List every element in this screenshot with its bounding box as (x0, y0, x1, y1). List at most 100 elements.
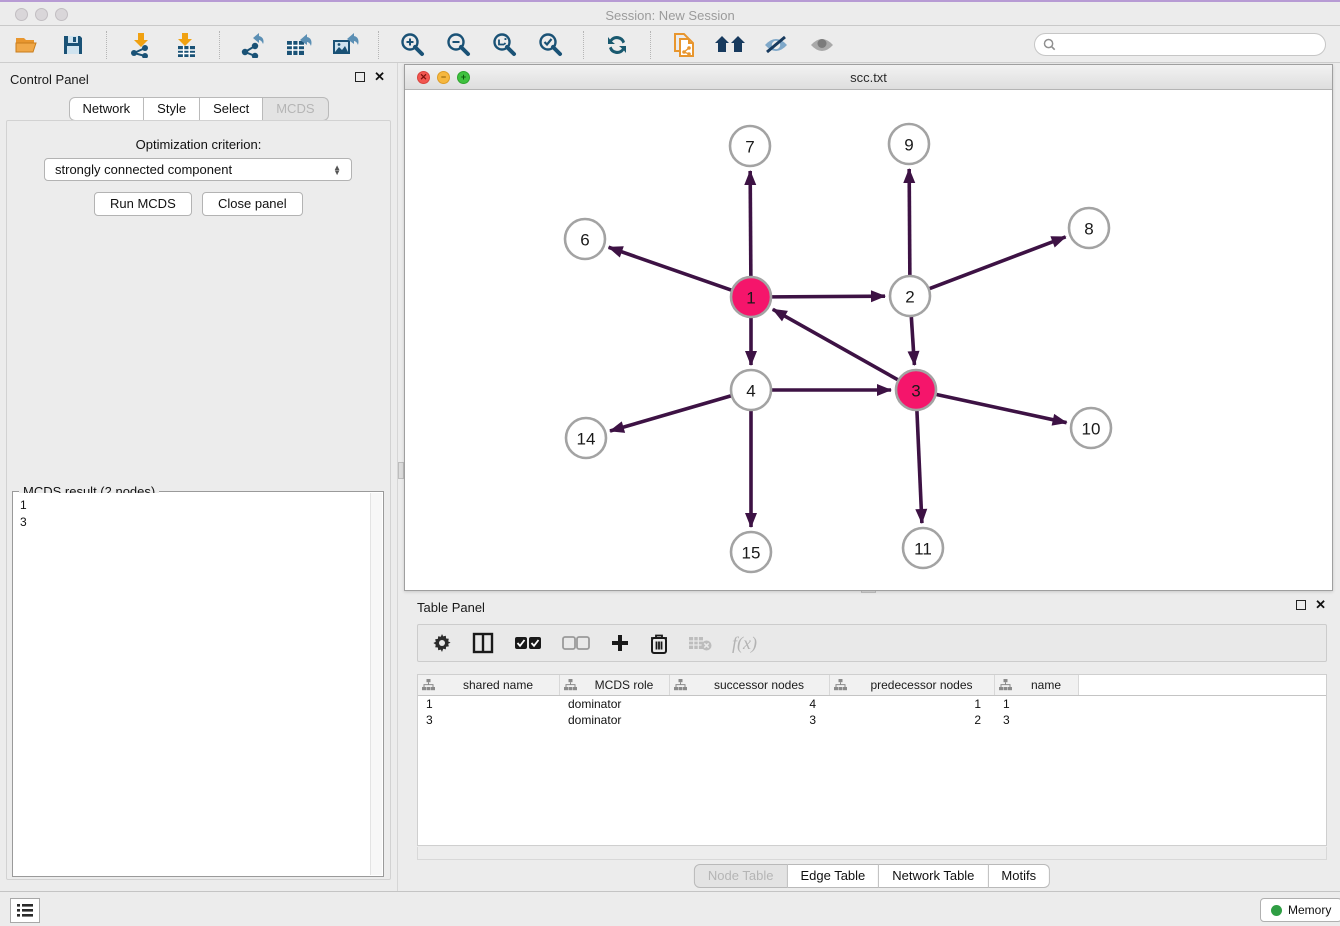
column-header-name[interactable]: name (995, 675, 1079, 695)
graph-node-10[interactable]: 10 (1071, 408, 1111, 448)
control-panel-title: Control Panel (10, 72, 89, 87)
float-table-panel-icon[interactable] (1296, 600, 1306, 610)
cell-shared-name[interactable]: 1 (418, 697, 560, 711)
select-all-icon[interactable] (514, 636, 542, 650)
float-panel-icon[interactable] (355, 72, 365, 82)
graph-node-1[interactable]: 1 (731, 277, 771, 317)
network-graph-canvas[interactable]: 7 9 6 8 1 2 4 3 14 10 15 11 (405, 90, 1332, 590)
zoom-selected-icon[interactable] (533, 30, 567, 60)
svg-text:4: 4 (746, 382, 755, 401)
cell-name[interactable]: 1 (995, 697, 1079, 711)
delete-table-icon[interactable] (688, 635, 712, 651)
tab-edge-table[interactable]: Edge Table (787, 864, 879, 888)
main-toolbar (0, 27, 1340, 63)
tab-style[interactable]: Style (144, 97, 200, 121)
graph-node-14[interactable]: 14 (566, 418, 606, 458)
edge-3-11[interactable] (917, 411, 922, 523)
show-columns-icon[interactable] (472, 632, 494, 654)
network-window-titlebar[interactable]: ✕ − + scc.txt (405, 65, 1332, 90)
tab-mcds[interactable]: MCDS (263, 97, 328, 121)
mcds-result-text[interactable]: 1 3 (14, 493, 370, 875)
graph-node-4[interactable]: 4 (731, 370, 771, 410)
delete-column-icon[interactable] (650, 633, 668, 654)
task-history-button[interactable] (10, 898, 40, 923)
close-panel-button[interactable]: Close panel (202, 192, 303, 216)
hide-graphics-icon[interactable] (759, 30, 793, 60)
cell-successor-nodes[interactable]: 3 (670, 713, 830, 727)
search-box[interactable] (1034, 33, 1326, 56)
export-network-icon[interactable] (236, 30, 270, 60)
cell-MCDS-role[interactable]: dominator (560, 713, 670, 727)
column-header-successor-nodes[interactable]: successor nodes (670, 675, 830, 695)
import-network-icon[interactable] (123, 30, 157, 60)
table-row[interactable]: 1dominator411 (418, 696, 1326, 712)
svg-text:15: 15 (742, 544, 761, 563)
search-input[interactable] (1061, 38, 1317, 52)
graph-node-3[interactable]: 3 (896, 370, 936, 410)
deselect-all-icon[interactable] (562, 636, 590, 650)
memory-button[interactable]: Memory (1260, 898, 1340, 922)
edge-4-14[interactable] (610, 396, 731, 431)
edge-3-10[interactable] (937, 394, 1067, 422)
graph-node-9[interactable]: 9 (889, 124, 929, 164)
table-row[interactable]: 3dominator323 (418, 712, 1326, 728)
graph-node-2[interactable]: 2 (890, 276, 930, 316)
close-panel-icon[interactable]: ✕ (374, 72, 385, 82)
graph-node-8[interactable]: 8 (1069, 208, 1109, 248)
zoom-out-icon[interactable] (441, 30, 475, 60)
export-table-icon[interactable] (282, 30, 316, 60)
result-scrollbar[interactable] (370, 493, 382, 875)
run-mcds-button[interactable]: Run MCDS (94, 192, 192, 216)
clone-network-icon[interactable] (667, 30, 701, 60)
column-header-MCDS-role[interactable]: MCDS role (560, 675, 670, 695)
refresh-icon[interactable] (600, 30, 634, 60)
open-session-icon[interactable] (10, 30, 44, 60)
svg-text:1: 1 (746, 289, 755, 308)
svg-text:9: 9 (904, 136, 913, 155)
window-titlebar: Session: New Session (0, 0, 1340, 26)
edge-3-1[interactable] (773, 309, 898, 379)
control-panel-buttons: ✕ (355, 72, 385, 82)
show-graphics-icon[interactable] (805, 30, 839, 60)
tab-select[interactable]: Select (200, 97, 263, 121)
cell-MCDS-role[interactable]: dominator (560, 697, 670, 711)
toolbar-separator (583, 31, 584, 59)
add-column-icon[interactable] (610, 633, 630, 653)
cell-predecessor-nodes[interactable]: 1 (830, 697, 995, 711)
toolbar-separator (378, 31, 379, 59)
edge-2-8[interactable] (930, 237, 1066, 289)
table-hscrollbar[interactable] (417, 847, 1327, 860)
edge-1-7[interactable] (750, 171, 751, 276)
edge-2-9[interactable] (909, 169, 910, 275)
cell-shared-name[interactable]: 3 (418, 713, 560, 727)
svg-text:8: 8 (1084, 220, 1093, 239)
export-image-icon[interactable] (328, 30, 362, 60)
zoom-in-icon[interactable] (395, 30, 429, 60)
edge-2-3[interactable] (911, 317, 914, 365)
table-settings-gear-icon[interactable] (432, 633, 452, 653)
graph-node-6[interactable]: 6 (565, 219, 605, 259)
tab-node-table[interactable]: Node Table (694, 864, 788, 888)
edge-1-6[interactable] (609, 247, 732, 290)
import-table-icon[interactable] (169, 30, 203, 60)
function-builder-icon[interactable]: f(x) (732, 633, 757, 654)
save-session-icon[interactable] (56, 30, 90, 60)
cell-name[interactable]: 3 (995, 713, 1079, 727)
zoom-fit-icon[interactable] (487, 30, 521, 60)
close-table-panel-icon[interactable]: ✕ (1315, 600, 1326, 610)
cell-predecessor-nodes[interactable]: 2 (830, 713, 995, 727)
home-icon[interactable] (713, 30, 747, 60)
graph-node-7[interactable]: 7 (730, 126, 770, 166)
tab-network-table[interactable]: Network Table (879, 864, 988, 888)
column-header-predecessor-nodes[interactable]: predecessor nodes (830, 675, 995, 695)
cell-successor-nodes[interactable]: 4 (670, 697, 830, 711)
graph-node-11[interactable]: 11 (903, 528, 943, 568)
column-header-shared-name[interactable]: shared name (418, 675, 560, 695)
tab-motifs[interactable]: Motifs (988, 864, 1050, 888)
edge-1-2[interactable] (772, 296, 885, 297)
svg-text:2: 2 (905, 288, 914, 307)
graph-node-15[interactable]: 15 (731, 532, 771, 572)
search-icon (1043, 38, 1056, 51)
optimization-criterion-select[interactable]: strongly connected component ▲▼ (44, 158, 352, 181)
tab-network[interactable]: Network (68, 97, 144, 121)
